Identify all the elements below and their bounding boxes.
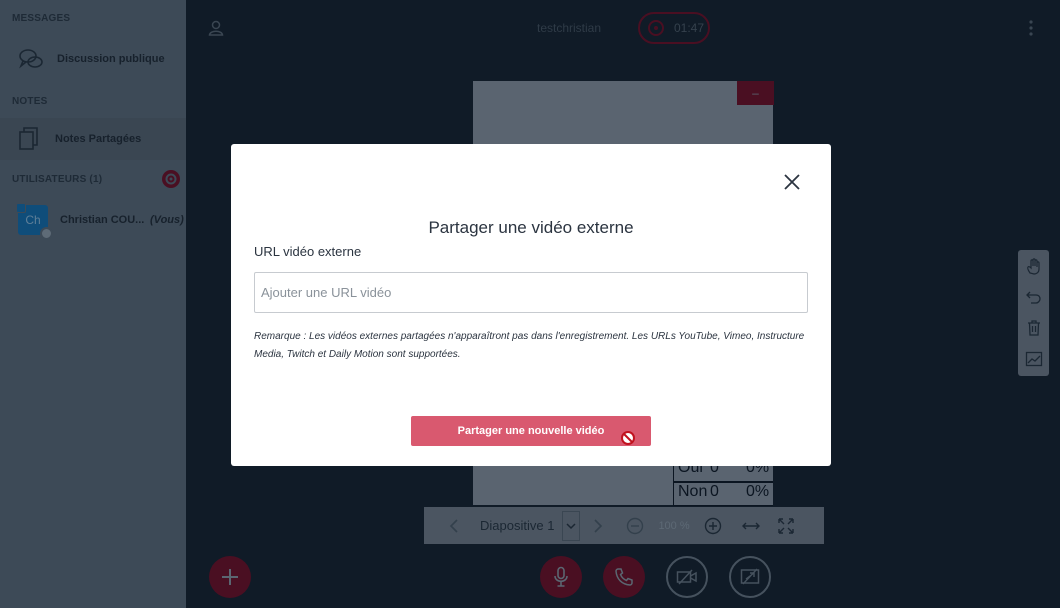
- video-url-input[interactable]: [254, 272, 808, 313]
- share-video-button[interactable]: Partager une nouvelle vidéo: [411, 416, 651, 446]
- close-icon[interactable]: [783, 173, 801, 191]
- modal-note: Remarque : Les vidéos externes partagées…: [254, 331, 805, 360]
- no-entry-icon: [621, 431, 635, 445]
- url-label: URL vidéo externe: [254, 244, 362, 259]
- external-video-modal: Partager une vidéo externe URL vidéo ext…: [231, 144, 831, 466]
- modal-title: Partager une vidéo externe: [428, 218, 634, 237]
